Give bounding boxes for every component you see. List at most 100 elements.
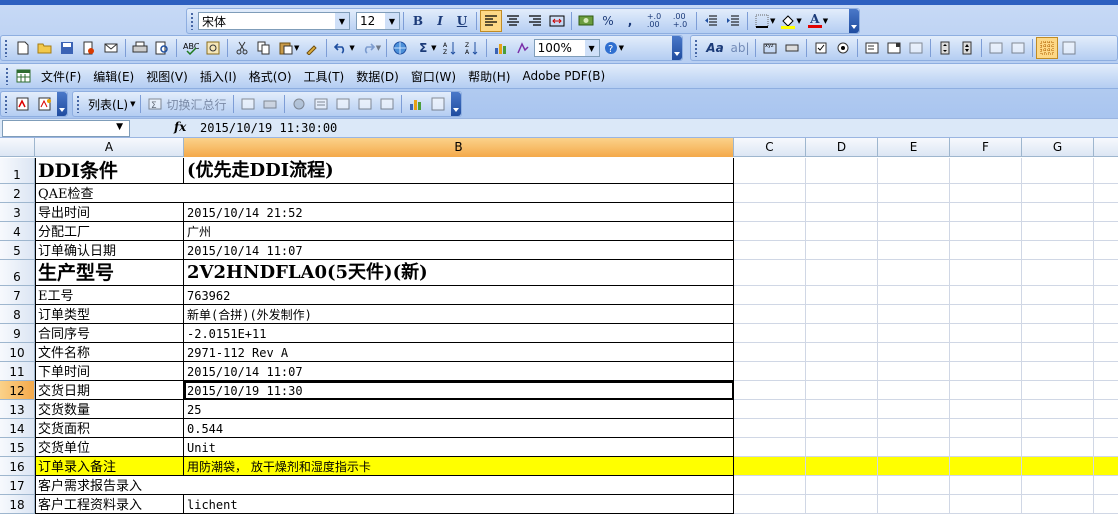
command-button[interactable] [781,37,803,59]
scroll-bar-button[interactable] [934,37,956,59]
combo-box-button[interactable] [883,37,905,59]
underline-button[interactable]: U [451,10,473,32]
comma-button[interactable]: , [619,10,641,32]
chart-wizard-button[interactable] [490,37,512,59]
menu-adobe-pdf[interactable]: Adobe PDF(B) [516,69,611,83]
column-header-f[interactable]: F [950,138,1022,157]
pdf-email-button[interactable] [34,93,56,115]
worksheet-grid[interactable]: A B C D E F G 1 DDI条件 (优先走DDI流程) 2 QAE检查 3 导出时… [0,138,1118,514]
cut-button[interactable] [231,37,253,59]
menu-data[interactable]: 数据(D) [350,68,405,85]
run-dialog-button[interactable] [1058,37,1080,59]
chevron-down-icon[interactable]: ▼ [376,44,381,52]
option-button[interactable] [832,37,854,59]
toolbar-grip[interactable] [694,39,699,57]
combo-list-button[interactable] [905,37,927,59]
menu-view[interactable]: 视图(V) [140,68,194,85]
chevron-down-icon[interactable]: ▼ [823,17,828,25]
increase-indent-button[interactable] [722,10,744,32]
cell-b[interactable]: -2.0151E+11 [184,324,734,343]
row-header[interactable]: 13 [0,400,35,419]
cell-a[interactable]: 订单录入备注 [35,457,184,476]
toolbar-options-button[interactable] [849,9,859,33]
menu-grip[interactable] [5,67,10,85]
cell-b[interactable]: 2V2HNDFLA0(5天件)(新) [184,260,734,286]
toolbar-options-button[interactable] [57,92,67,116]
print-button[interactable] [129,37,151,59]
chevron-down-icon[interactable]: ▼ [130,100,135,108]
row-header[interactable]: 1 [0,158,35,184]
cell-b[interactable]: Unit [184,438,734,457]
group-box-button[interactable]: xyz [759,37,781,59]
row-header[interactable]: 6 [0,260,35,286]
cell-b[interactable]: 763962 [184,286,734,305]
menu-insert[interactable]: 插入(I) [194,68,243,85]
active-cell[interactable]: 2015/10/19 11:30 [184,381,734,400]
list-publish-button[interactable] [288,93,310,115]
currency-button[interactable] [575,10,597,32]
save-button[interactable] [56,37,78,59]
toolbar-grip[interactable] [4,95,9,113]
chevron-down-icon[interactable]: ▼ [796,17,801,25]
align-center-button[interactable] [502,10,524,32]
chevron-down-icon[interactable]: ▼ [584,40,599,56]
column-header-d[interactable]: D [806,138,878,157]
percent-button[interactable]: % [597,10,619,32]
row-header[interactable]: 11 [0,362,35,381]
row-header[interactable]: 18 [0,495,35,514]
chevron-down-icon[interactable]: ▼ [619,44,624,52]
column-header-g[interactable]: G [1022,138,1094,157]
font-size-combo[interactable]: 12 ▼ [356,12,400,30]
list-print-button[interactable] [259,93,281,115]
toggle-grid-button[interactable] [1036,37,1058,59]
chevron-down-icon[interactable]: ▼ [385,13,399,29]
chevron-down-icon[interactable]: ▼ [349,44,354,52]
chevron-down-icon[interactable]: ▼ [770,17,775,25]
row-header[interactable]: 9 [0,324,35,343]
formula-input[interactable]: 2015/10/19 11:30:00 [200,121,337,135]
cell-a[interactable]: 下单时间 [35,362,184,381]
cell-b[interactable]: 用防潮袋， 放干燥剂和湿度指示卡 [184,457,734,476]
cell-a[interactable]: 文件名称 [35,343,184,362]
toolbar-grip[interactable] [190,12,195,30]
decrease-indent-button[interactable] [700,10,722,32]
sort-ascending-button[interactable]: AZ [439,37,461,59]
spelling-button[interactable]: ABC [180,37,202,59]
cell-b[interactable]: lichent [184,495,734,514]
select-all-corner[interactable] [0,138,35,157]
menu-help[interactable]: 帮助(H) [462,68,516,85]
resize-list-button[interactable] [237,93,259,115]
menu-file[interactable]: 文件(F) [35,68,87,85]
chevron-down-icon[interactable]: ▼ [335,13,349,29]
decrease-decimal-button[interactable]: .00 +.0 [667,10,693,32]
cell-a[interactable]: 生产型号 [35,260,184,286]
column-header-e[interactable]: E [878,138,950,157]
toolbar-options-button[interactable] [451,92,461,116]
cell-a[interactable]: 客户需求报告录入 [35,476,734,495]
font-name-combo[interactable]: 宋体 ▼ [198,12,350,30]
chevron-down-icon[interactable]: ▼ [431,44,436,52]
cell-a[interactable]: 交货单位 [35,438,184,457]
name-box[interactable]: ▼ [2,120,130,137]
toolbar-grip[interactable] [76,95,81,113]
cell-a[interactable]: 客户工程资料录入 [35,495,184,514]
row-header[interactable]: 14 [0,419,35,438]
row-header[interactable]: 7 [0,286,35,305]
align-right-button[interactable] [524,10,546,32]
cell-b[interactable]: 广州 [184,222,734,241]
list-menu-button[interactable]: 列表(L) [84,96,130,113]
print-preview-button[interactable] [151,37,173,59]
column-header-c[interactable]: C [734,138,806,157]
format-painter-button[interactable] [301,37,323,59]
checkbox-button[interactable] [810,37,832,59]
row-header[interactable]: 12 [0,381,35,400]
cell-b[interactable]: 2015/10/14 11:07 [184,362,734,381]
cell-b[interactable]: 2971-112 Rev A [184,343,734,362]
cell-a[interactable]: E工号 [35,286,184,305]
row-header[interactable]: 8 [0,305,35,324]
zoom-combo[interactable]: 100% ▼ [533,39,600,57]
menu-window[interactable]: 窗口(W) [405,68,462,85]
email-button[interactable] [100,37,122,59]
sort-descending-button[interactable]: ZA [461,37,483,59]
cell-b[interactable]: 0.544 [184,419,734,438]
